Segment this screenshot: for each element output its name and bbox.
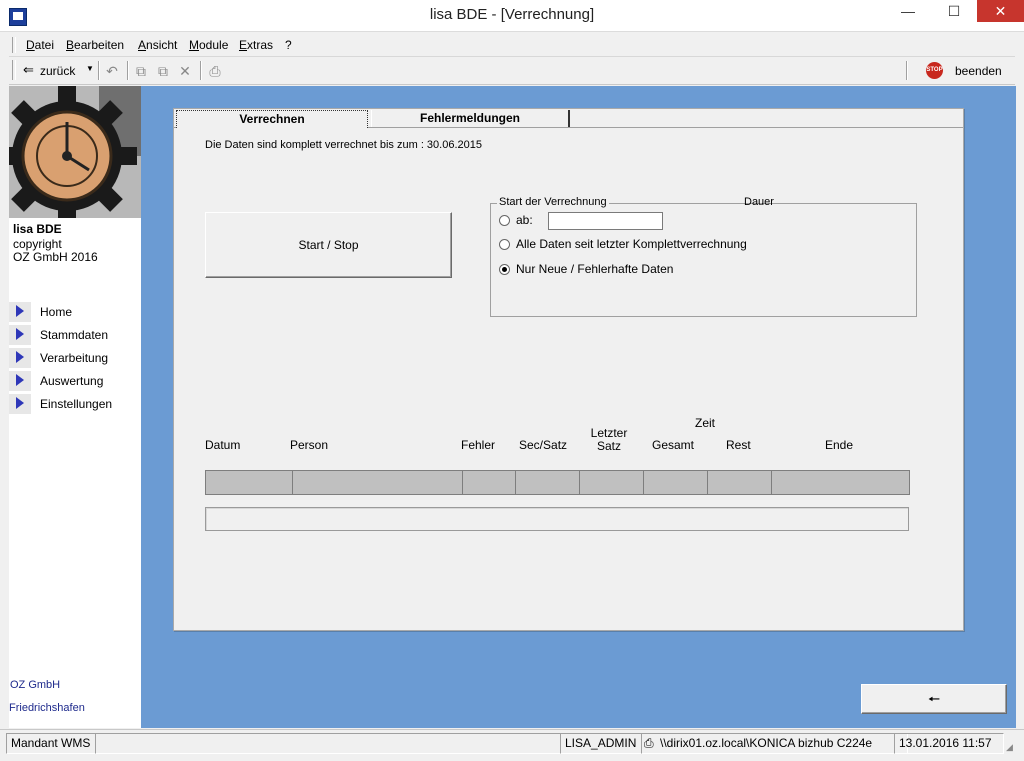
radio-all-data-label: Alle Daten seit letzter Komplettverrechn… xyxy=(516,237,747,251)
radio-new-faulty[interactable] xyxy=(499,264,510,275)
radio-all-data[interactable] xyxy=(499,239,510,250)
col-rest: Rest xyxy=(726,438,751,452)
quit-button[interactable]: STOP beenden xyxy=(916,60,1011,82)
app-name: lisa BDE xyxy=(13,222,62,236)
menu-bar: Datei Bearbeiten Ansicht Module Extras ? xyxy=(9,34,1015,57)
toolbar-grip xyxy=(12,60,16,80)
window-title: lisa BDE - [Verrechnung] xyxy=(429,6,595,23)
close-button[interactable]: ✕ xyxy=(977,0,1024,22)
tab-fehlermeldungen[interactable]: Fehlermeldungen xyxy=(371,110,570,127)
sidebar-item-label: Home xyxy=(40,305,73,319)
col-fehler: Fehler xyxy=(461,438,496,452)
menu-module[interactable]: Module xyxy=(189,38,228,52)
status-printer: ⎙ \\dirix01.oz.local\KONICA bizhub C224e xyxy=(641,733,908,754)
back-arrow-button[interactable]: 🠔 xyxy=(861,684,1007,714)
nav-arrow-icon xyxy=(16,328,24,340)
toolbar: ⇐ zurück ▼ ↶ ⧉ ⧉ ✕ ⎙ STOP beenden xyxy=(9,57,1015,85)
sidebar-item-label: Stammdaten xyxy=(40,328,109,342)
start-stop-button[interactable]: Start / Stop xyxy=(205,212,452,278)
printer-icon: ⎙ xyxy=(644,736,654,750)
status-mandant: Mandant WMS xyxy=(6,733,96,754)
status-bar: Mandant WMS LISA_ADMIN ⎙ \\dirix01.oz.lo… xyxy=(0,729,1024,761)
company-year: OZ GmbH 2016 xyxy=(13,250,98,264)
col-person: Person xyxy=(290,438,329,452)
status-info: Die Daten sind komplett verrechnet bis z… xyxy=(205,139,482,151)
radio-new-faulty-label: Nur Neue / Fehlerhafte Daten xyxy=(516,262,674,276)
sidebar-item-home[interactable]: Home xyxy=(9,302,141,322)
nav-arrow-icon xyxy=(16,397,24,409)
paste-record-icon[interactable]: ⧉ xyxy=(155,63,171,79)
col-gesamt: Gesamt xyxy=(652,438,695,452)
data-row xyxy=(205,470,910,495)
company-logo xyxy=(9,86,141,218)
status-empty xyxy=(95,733,561,754)
copyright-label: copyright xyxy=(13,237,62,251)
menu-bearbeiten[interactable]: Bearbeiten xyxy=(66,38,124,52)
status-datetime: 13.01.2016 11:57 xyxy=(894,733,1004,754)
sidebar-item-auswertung[interactable]: Auswertung xyxy=(9,371,141,391)
col-sec-satz: Sec/Satz xyxy=(519,438,568,452)
menu-ansicht[interactable]: Ansicht xyxy=(138,38,177,52)
status-printer-label: \\dirix01.oz.local\KONICA bizhub C224e xyxy=(660,736,873,750)
back-label: zurück xyxy=(40,64,76,78)
nav-arrow-icon xyxy=(16,374,24,386)
printer-icon[interactable]: ⎙ xyxy=(207,63,223,79)
delete-icon[interactable]: ✕ xyxy=(177,63,193,79)
maximize-button[interactable]: ☐ xyxy=(931,0,977,22)
back-arrow-icon: ⇐ xyxy=(23,62,34,77)
radio-from-label: ab: xyxy=(516,213,533,227)
tab-verrechnen[interactable]: Verrechnen xyxy=(176,110,368,128)
col-ende: Ende xyxy=(825,438,854,452)
footer-company: OZ GmbH xyxy=(10,679,61,691)
sidebar-item-stammdaten[interactable]: Stammdaten xyxy=(9,325,141,345)
sidebar-item-verarbeitung[interactable]: Verarbeitung xyxy=(9,348,141,368)
group-title: Start der Verrechnung xyxy=(497,196,609,208)
sidebar-item-label: Auswertung xyxy=(40,374,104,388)
sidebar-item-einstellungen[interactable]: Einstellungen xyxy=(9,394,141,414)
col-datum: Datum xyxy=(205,438,241,452)
duration-label: Dauer xyxy=(744,196,774,208)
gear-clock-logo-icon xyxy=(9,86,141,218)
menu-grip xyxy=(12,37,16,53)
copy-record-icon[interactable]: ⧉ xyxy=(133,63,149,79)
content-panel xyxy=(173,108,964,631)
footer-city: Friedrichshafen xyxy=(9,702,85,714)
minimize-button[interactable]: — xyxy=(885,0,931,22)
undo-icon[interactable]: ↶ xyxy=(104,63,120,79)
stop-icon: STOP xyxy=(926,62,943,79)
zeit-header: Zeit xyxy=(695,416,716,430)
sidebar-item-label: Verarbeitung xyxy=(40,351,109,365)
status-user: LISA_ADMIN xyxy=(560,733,642,754)
resize-grip-icon[interactable]: ◢ xyxy=(1006,742,1013,753)
title-bar: lisa BDE - [Verrechnung] — ☐ ✕ xyxy=(0,0,1024,32)
quit-label: beenden xyxy=(955,64,1002,78)
progress-bar xyxy=(205,507,909,531)
sidebar-item-label: Einstellungen xyxy=(40,397,113,411)
back-button[interactable]: ⇐ zurück ▼ xyxy=(23,61,97,81)
nav-arrow-icon xyxy=(16,351,24,363)
nav-arrow-icon xyxy=(16,305,24,317)
radio-from[interactable] xyxy=(499,215,510,226)
from-date-input[interactable] xyxy=(548,212,663,230)
dropdown-icon[interactable]: ▼ xyxy=(86,64,94,73)
col-letzter-satz: Letzter Satz xyxy=(590,426,628,453)
menu-help[interactable]: ? xyxy=(285,38,292,52)
menu-datei[interactable]: Datei xyxy=(26,38,54,52)
menu-extras[interactable]: Extras xyxy=(239,38,273,52)
sidebar: lisa BDE copyright OZ GmbH 2016 Home Sta… xyxy=(9,86,141,728)
